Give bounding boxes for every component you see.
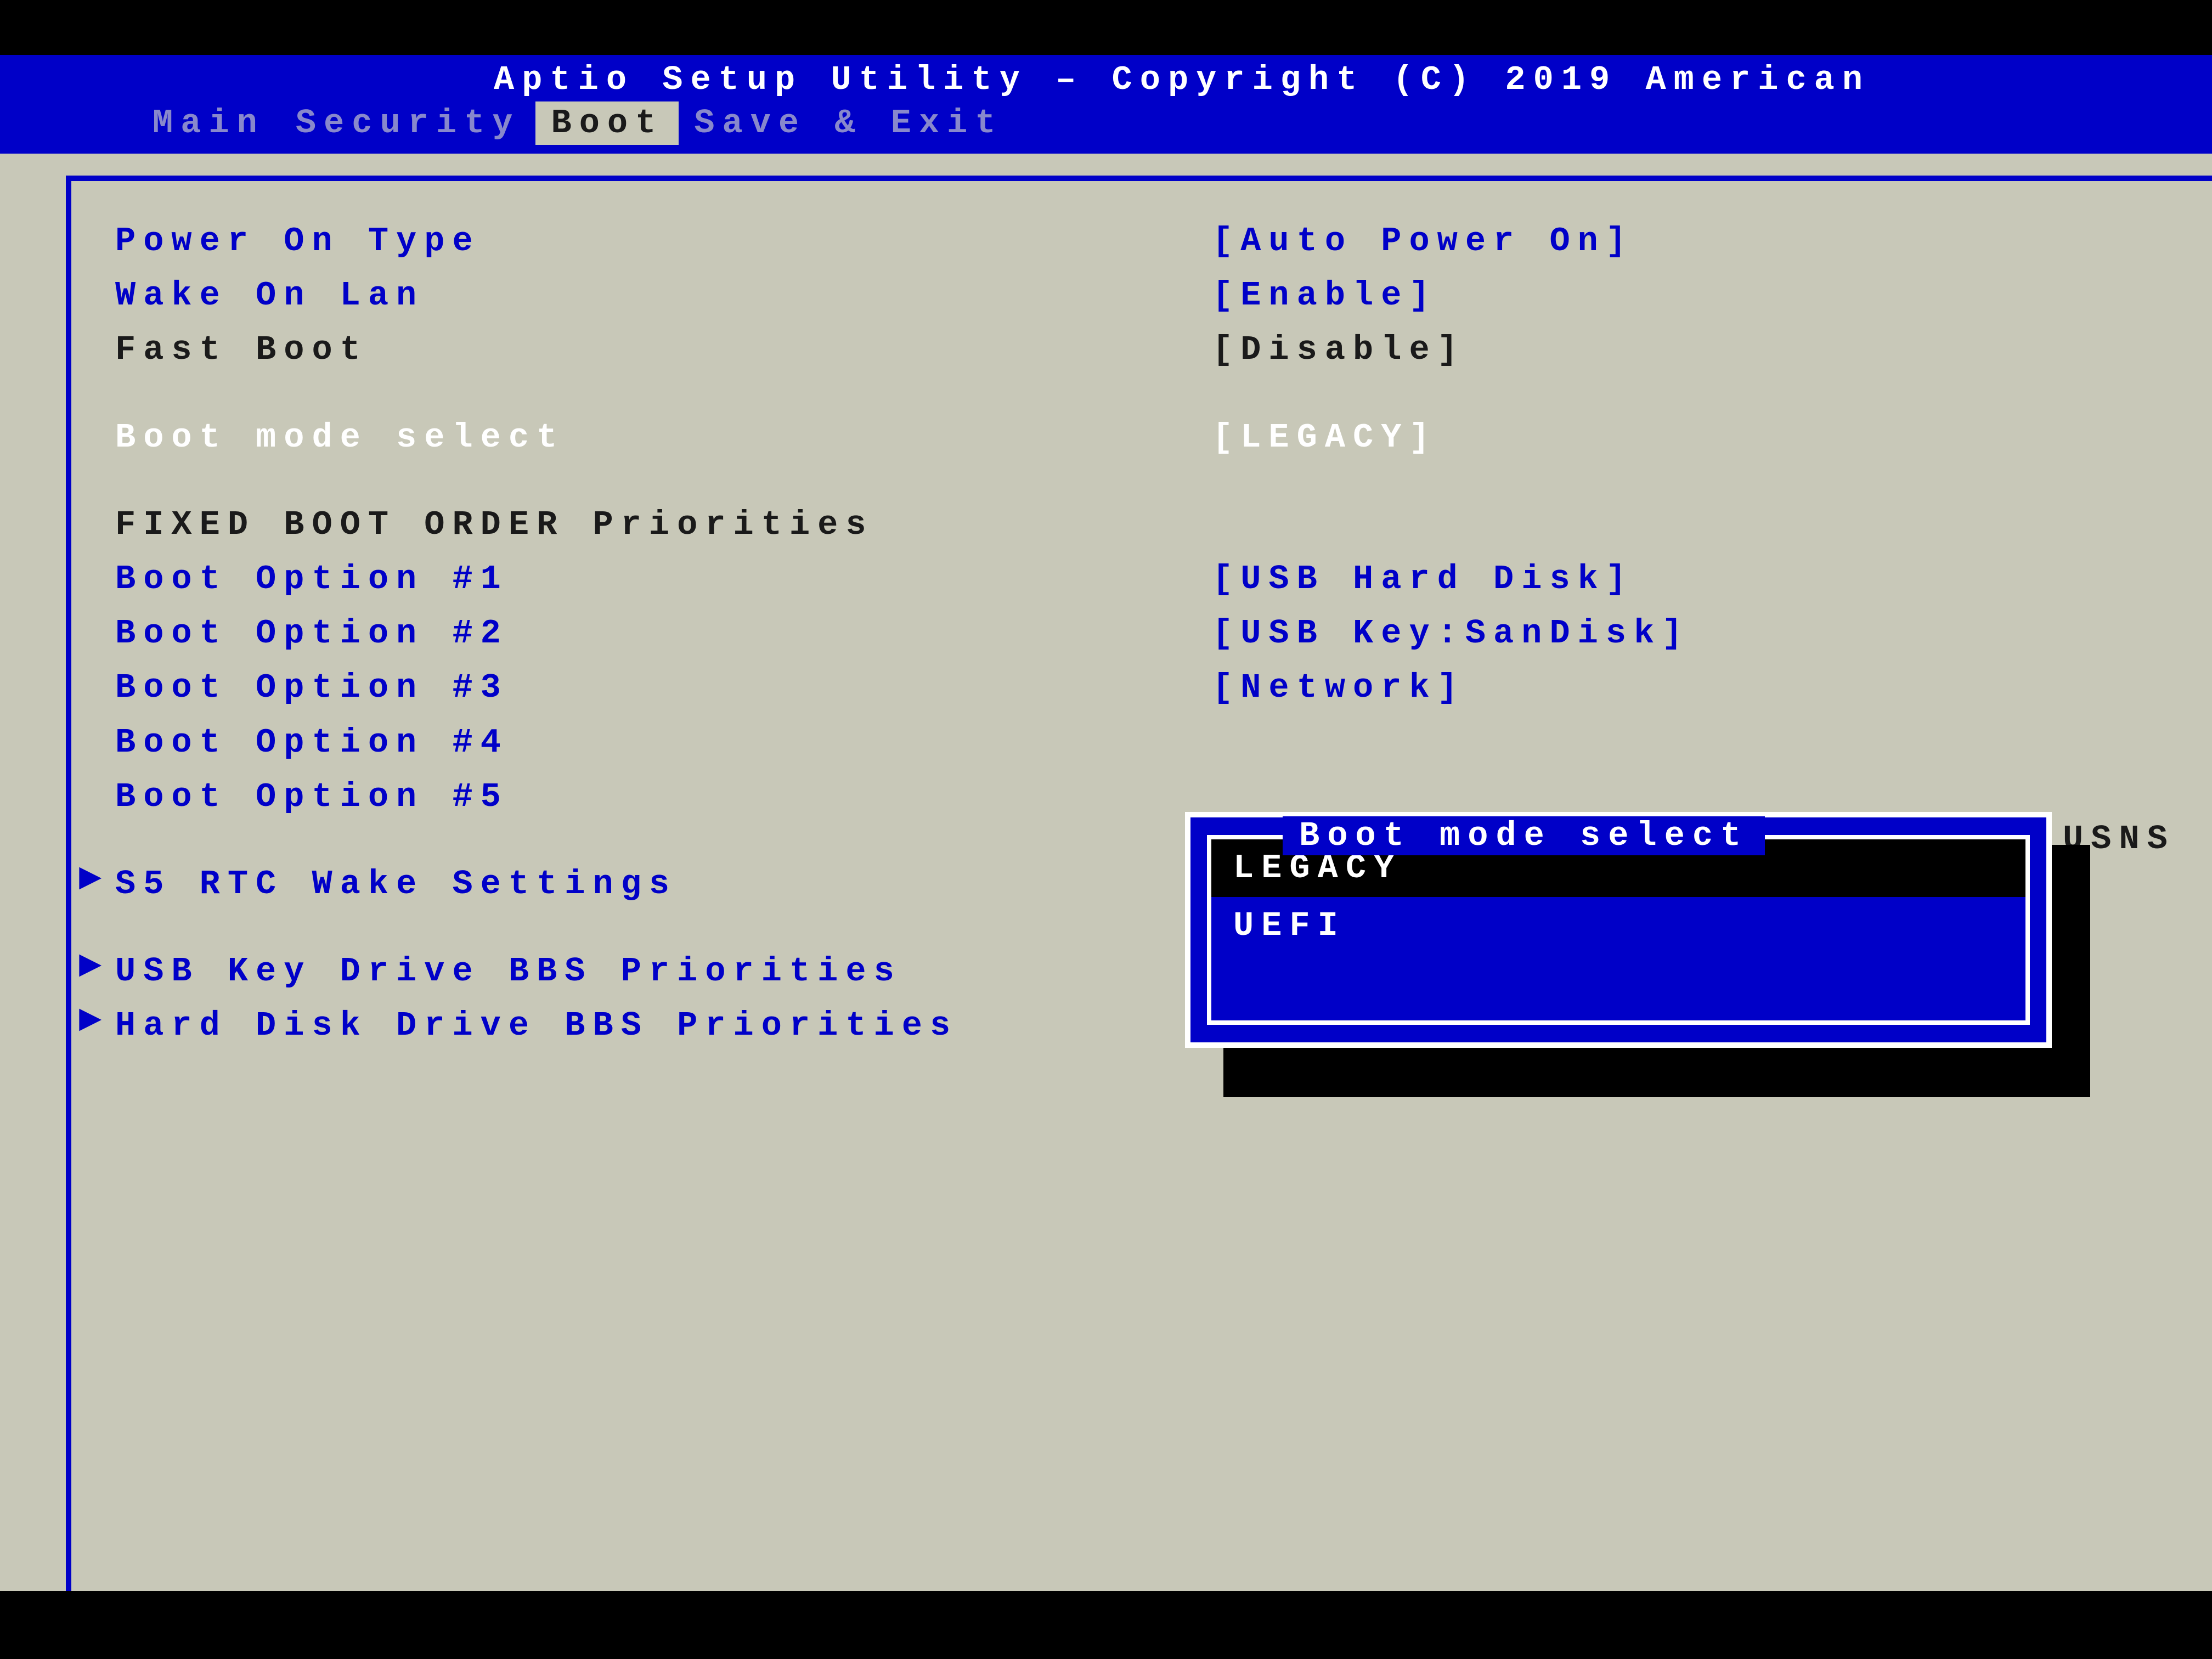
section-header: FIXED BOOT ORDER Priorities	[115, 498, 1212, 552]
setting-value: [Disable]	[1212, 323, 2174, 377]
setting-value	[1212, 715, 2174, 770]
setting-label: Power On Type	[115, 214, 1212, 268]
setting-boot-option-1[interactable]: Boot Option #1 [USB Hard Disk]	[115, 552, 2174, 606]
tab-bar: Main Security Boot Save & Exit	[0, 101, 2212, 145]
tab-boot[interactable]: Boot	[535, 101, 679, 145]
setting-boot-option-4[interactable]: Boot Option #4	[115, 715, 2174, 770]
popup-title: Boot mode select	[1283, 816, 1765, 855]
setting-fast-boot[interactable]: Fast Boot [Disable]	[115, 323, 2174, 377]
popup-option-uefi[interactable]: UEFI	[1211, 897, 2025, 955]
boot-mode-select-popup: Boot mode select LEGACY UEFI	[1185, 812, 2052, 1048]
setting-label: Boot Option #1	[115, 552, 1212, 606]
bios-screen: Aptio Setup Utility – Copyright (C) 2019…	[0, 55, 2212, 1591]
tab-save-exit[interactable]: Save & Exit	[679, 101, 1018, 145]
submenu-arrow-icon: ▶	[80, 998, 108, 1042]
submenu-arrow-icon: ▶	[80, 857, 108, 901]
setting-wake-on-lan[interactable]: Wake On Lan [Enable]	[115, 268, 2174, 323]
popup-inner-frame: Boot mode select LEGACY UEFI	[1207, 835, 2030, 1025]
submenu-label: S5 RTC Wake Settings	[115, 857, 1212, 911]
setting-label: Boot mode select	[115, 410, 1212, 465]
setting-label: Boot Option #5	[115, 770, 1212, 824]
setting-value: [Enable]	[1212, 268, 2174, 323]
setting-boot-option-3[interactable]: Boot Option #3 [Network]	[115, 661, 2174, 715]
fixed-boot-order-header: FIXED BOOT ORDER Priorities	[115, 498, 2174, 552]
setting-label: Boot Option #4	[115, 715, 1212, 770]
submenu-arrow-icon: ▶	[80, 944, 108, 988]
header-bar: Aptio Setup Utility – Copyright (C) 2019…	[0, 55, 2212, 154]
setting-power-on-type[interactable]: Power On Type [Auto Power On]	[115, 214, 2174, 268]
setting-value: [USB Hard Disk]	[1212, 552, 2174, 606]
setting-boot-mode-select[interactable]: Boot mode select [LEGACY]	[115, 410, 2174, 465]
submenu-label: Hard Disk Drive BBS Priorities	[115, 998, 1212, 1053]
utility-title: Aptio Setup Utility – Copyright (C) 2019…	[0, 55, 2212, 99]
setting-value: [Auto Power On]	[1212, 214, 2174, 268]
setting-boot-option-2[interactable]: Boot Option #2 [USB Key:SanDisk]	[115, 606, 2174, 661]
tab-security[interactable]: Security	[280, 101, 536, 145]
setting-label: Wake On Lan	[115, 268, 1212, 323]
setting-value: [Network]	[1212, 661, 2174, 715]
setting-label: Boot Option #3	[115, 661, 1212, 715]
setting-label: Fast Boot	[115, 323, 1212, 377]
setting-label: Boot Option #2	[115, 606, 1212, 661]
submenu-label: USB Key Drive BBS Priorities	[115, 944, 1212, 998]
tab-main[interactable]: Main	[137, 101, 280, 145]
setting-value: [LEGACY]	[1212, 410, 2174, 465]
setting-value: [USB Key:SanDisk]	[1212, 606, 2174, 661]
